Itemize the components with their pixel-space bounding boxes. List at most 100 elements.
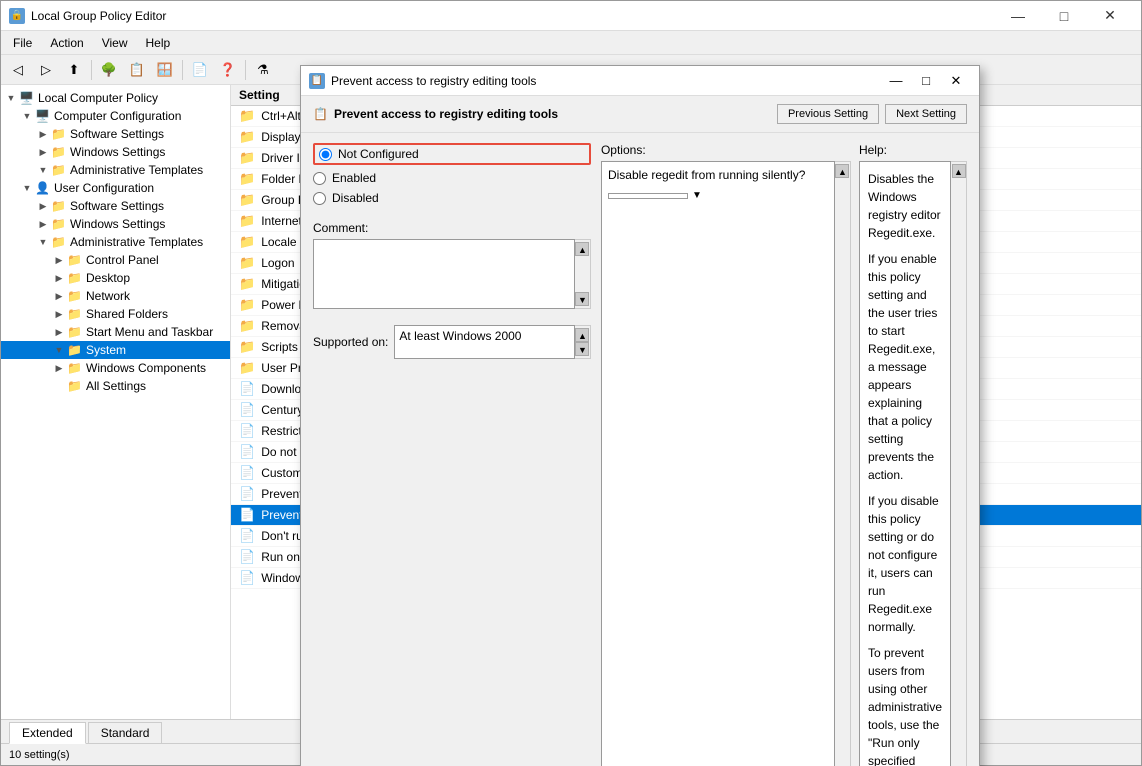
list-icon: 📁 <box>239 129 255 145</box>
tree-label-user-config: User Configuration <box>54 181 154 195</box>
tree-item-network[interactable]: ▶ 📁 Network <box>1 287 230 305</box>
tree-label-windows-settings-2: Windows Settings <box>70 217 165 231</box>
list-icon: 📄 <box>239 465 255 481</box>
list-icon: 📁 <box>239 213 255 229</box>
tree-item-windows-settings-1[interactable]: ▶ 📁 Windows Settings <box>1 143 230 161</box>
list-icon: 📁 <box>239 318 255 334</box>
list-icon: 📁 <box>239 108 255 124</box>
menu-action[interactable]: Action <box>42 34 91 52</box>
tree-label-software-settings-2: Software Settings <box>70 199 164 213</box>
radio-enabled-input[interactable] <box>313 172 326 185</box>
minimize-button[interactable]: — <box>995 1 1041 31</box>
dialog-setting-title: 📋 Prevent access to registry editing too… <box>313 107 558 121</box>
tab-standard[interactable]: Standard <box>88 722 163 743</box>
radio-enabled-label: Enabled <box>332 171 376 185</box>
dropdown-arrow-icon[interactable]: ▼ <box>692 190 702 201</box>
tree-label-shared-folders: Shared Folders <box>86 307 168 321</box>
dialog-minimize-button[interactable]: — <box>881 67 911 95</box>
supported-scroll-down: ▼ <box>575 342 589 356</box>
filter-button[interactable]: ⚗ <box>250 58 276 82</box>
list-icon: 📁 <box>239 255 255 271</box>
radio-enabled[interactable]: Enabled <box>313 171 591 185</box>
tree-item-windows-components[interactable]: ▶ 📁 Windows Components <box>1 359 230 377</box>
show-hide-tree-button[interactable]: 🌳 <box>96 58 122 82</box>
list-icon: 📄 <box>239 381 255 397</box>
menu-file[interactable]: File <box>5 34 40 52</box>
comment-textarea[interactable] <box>313 239 575 309</box>
list-icon: 📁 <box>239 171 255 187</box>
back-button[interactable]: ◁ <box>5 58 31 82</box>
maximize-button[interactable]: □ <box>1041 1 1087 31</box>
radio-not-configured[interactable]: Not Configured <box>313 143 591 165</box>
menu-help[interactable]: Help <box>138 34 179 52</box>
next-setting-button[interactable]: Next Setting <box>885 104 967 124</box>
dialog-close-button[interactable]: ✕ <box>941 67 971 95</box>
menu-bar: File Action View Help <box>1 31 1141 55</box>
radio-not-configured-label: Not Configured <box>338 147 419 161</box>
dialog-header-row: 📋 Prevent access to registry editing too… <box>301 96 979 133</box>
bottom-panels: Options: Disable regedit from running si… <box>601 143 967 766</box>
dialog-controls: — □ ✕ <box>881 67 971 95</box>
options-dropdown: ▼ <box>608 190 828 201</box>
radio-not-configured-input[interactable] <box>319 148 332 161</box>
list-icon: 📄 <box>239 507 255 523</box>
radio-disabled-input[interactable] <box>313 192 326 205</box>
tree-item-admin-templates-2[interactable]: ▼ 📁 Administrative Templates <box>1 233 230 251</box>
comment-section: Comment: ▲ ▼ <box>313 221 591 309</box>
help-content: Disables the Windows registry editor Reg… <box>859 161 951 766</box>
comment-scroll-down: ▼ <box>575 292 589 306</box>
dialog-setting-icon: 📋 <box>313 107 328 121</box>
tree-item-software-settings-2[interactable]: ▶ 📁 Software Settings <box>1 197 230 215</box>
tree-item-software-settings-1[interactable]: ▶ 📁 Software Settings <box>1 125 230 143</box>
tree-item-desktop[interactable]: ▶ 📁 Desktop <box>1 269 230 287</box>
up-button[interactable]: ⬆ <box>61 58 87 82</box>
tree-item-user-config[interactable]: ▼ 👤 User Configuration <box>1 179 230 197</box>
forward-button[interactable]: ▷ <box>33 58 59 82</box>
tree-item-system[interactable]: ▼ 📁 System <box>1 341 230 359</box>
list-icon: 📄 <box>239 528 255 544</box>
help-text-2: If you enable this policy setting and th… <box>868 250 942 484</box>
tree-item-all-settings[interactable]: 📁 All Settings <box>1 377 230 395</box>
tree-item-admin-templates-1[interactable]: ▼ 📁 Administrative Templates <box>1 161 230 179</box>
tree-root[interactable]: ▼ 🖥️ Local Computer Policy <box>1 89 230 107</box>
toolbar-sep-1 <box>91 60 92 80</box>
dropdown-box[interactable] <box>608 193 688 199</box>
toolbar-sep-2 <box>182 60 183 80</box>
help-toolbar-button[interactable]: ❓ <box>215 58 241 82</box>
dialog-title-bar: 📋 Prevent access to registry editing too… <box>301 66 979 96</box>
tree-label-system: System <box>86 343 126 357</box>
dialog-right-panel: Options: Disable regedit from running si… <box>601 143 967 766</box>
list-icon: 📄 <box>239 570 255 586</box>
new-window-button[interactable]: 🪟 <box>152 58 178 82</box>
title-bar: 🔒 Local Group Policy Editor — □ ✕ <box>1 1 1141 31</box>
window-title: Local Group Policy Editor <box>31 9 166 23</box>
dialog-title-text: Prevent access to registry editing tools <box>331 74 536 88</box>
export-button[interactable]: 📄 <box>187 58 213 82</box>
tab-extended[interactable]: Extended <box>9 722 86 744</box>
dialog-maximize-button[interactable]: □ <box>911 67 941 95</box>
close-button[interactable]: ✕ <box>1087 1 1133 31</box>
tree-item-control-panel[interactable]: ▶ 📁 Control Panel <box>1 251 230 269</box>
help-text-1: Disables the Windows registry editor Reg… <box>868 170 942 242</box>
list-icon: 📁 <box>239 297 255 313</box>
tree-item-start-menu[interactable]: ▶ 📁 Start Menu and Taskbar <box>1 323 230 341</box>
app-icon: 🔒 <box>9 8 25 24</box>
tree-label-admin-templates-1: Administrative Templates <box>70 163 203 177</box>
list-icon: 📄 <box>239 549 255 565</box>
status-text: 10 setting(s) <box>9 749 70 761</box>
tree-item-windows-settings-2[interactable]: ▶ 📁 Windows Settings <box>1 215 230 233</box>
comment-scroll-up: ▲ <box>575 242 589 256</box>
list-icon: 📄 <box>239 423 255 439</box>
previous-setting-button[interactable]: Previous Setting <box>777 104 879 124</box>
options-scroll-up: ▲ <box>835 164 849 178</box>
properties-button[interactable]: 📋 <box>124 58 150 82</box>
comment-label: Comment: <box>313 221 591 235</box>
radio-disabled[interactable]: Disabled <box>313 191 591 205</box>
tree-item-computer-config[interactable]: ▼ 🖥️ Computer Configuration <box>1 107 230 125</box>
menu-view[interactable]: View <box>94 34 136 52</box>
dialog-body: Not Configured Enabled Disabled Com <box>301 133 979 766</box>
tree-item-shared-folders[interactable]: ▶ 📁 Shared Folders <box>1 305 230 323</box>
list-icon: 📁 <box>239 234 255 250</box>
tree-root-label: Local Computer Policy <box>38 91 158 105</box>
title-bar-controls: — □ ✕ <box>995 1 1133 31</box>
